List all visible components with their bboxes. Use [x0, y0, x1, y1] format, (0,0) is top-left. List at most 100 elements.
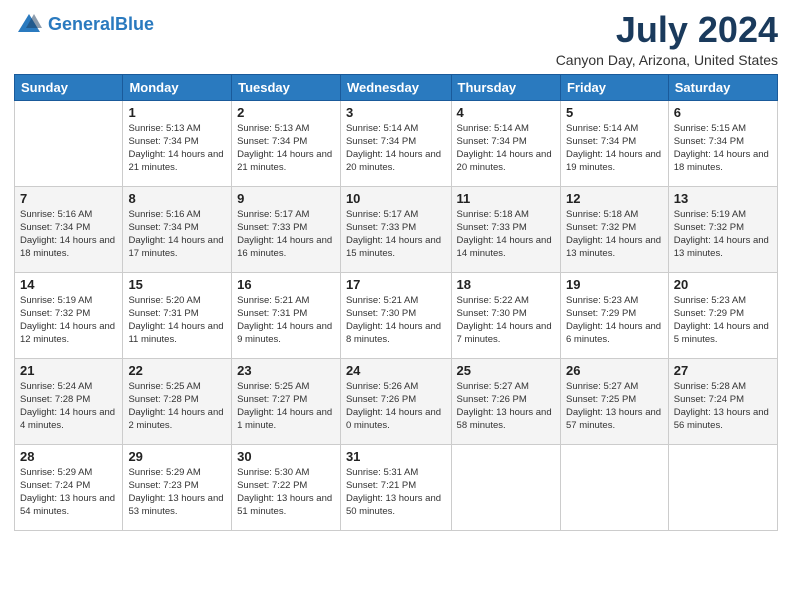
calendar-cell: 12 Sunrise: 5:18 AMSunset: 7:32 PMDayligh…: [560, 186, 668, 272]
day-info: Sunrise: 5:18 AMSunset: 7:32 PMDaylight:…: [566, 208, 663, 261]
day-info: Sunrise: 5:20 AMSunset: 7:31 PMDaylight:…: [128, 294, 226, 347]
day-number: 10: [346, 191, 446, 206]
day-number: 2: [237, 105, 335, 120]
day-info: Sunrise: 5:17 AMSunset: 7:33 PMDaylight:…: [237, 208, 335, 261]
day-info: Sunrise: 5:27 AMSunset: 7:26 PMDaylight:…: [457, 380, 555, 433]
day-info: Sunrise: 5:21 AMSunset: 7:31 PMDaylight:…: [237, 294, 335, 347]
day-number: 17: [346, 277, 446, 292]
day-info: Sunrise: 5:23 AMSunset: 7:29 PMDaylight:…: [674, 294, 772, 347]
day-number: 9: [237, 191, 335, 206]
day-info: Sunrise: 5:25 AMSunset: 7:28 PMDaylight:…: [128, 380, 226, 433]
calendar-cell: 15 Sunrise: 5:20 AMSunset: 7:31 PMDayligh…: [123, 272, 232, 358]
calendar-cell: 28 Sunrise: 5:29 AMSunset: 7:24 PMDayligh…: [15, 444, 123, 530]
day-number: 21: [20, 363, 117, 378]
calendar-cell: 4 Sunrise: 5:14 AMSunset: 7:34 PMDaylight…: [451, 100, 560, 186]
calendar-week-row: 14Sunrise: 5:19 AMSunset: 7:32 PMDayligh…: [15, 272, 778, 358]
day-number: 28: [20, 449, 117, 464]
day-info: Sunrise: 5:27 AMSunset: 7:25 PMDaylight:…: [566, 380, 663, 433]
day-info: Sunrise: 5:19 AMSunset: 7:32 PMDaylight:…: [20, 294, 117, 347]
day-number: 18: [457, 277, 555, 292]
main-container: GeneralBlue July 2024 Canyon Day, Arizon…: [0, 0, 792, 541]
day-number: 1: [128, 105, 226, 120]
day-info: Sunrise: 5:14 AMSunset: 7:34 PMDaylight:…: [346, 122, 446, 175]
day-number: 6: [674, 105, 772, 120]
calendar-cell: 8 Sunrise: 5:16 AMSunset: 7:34 PMDaylight…: [123, 186, 232, 272]
calendar-cell: 22 Sunrise: 5:25 AMSunset: 7:28 PMDayligh…: [123, 358, 232, 444]
day-info: Sunrise: 5:19 AMSunset: 7:32 PMDaylight:…: [674, 208, 772, 261]
weekday-header: Saturday: [668, 74, 777, 100]
day-info: Sunrise: 5:31 AMSunset: 7:21 PMDaylight:…: [346, 466, 446, 519]
day-info: Sunrise: 5:30 AMSunset: 7:22 PMDaylight:…: [237, 466, 335, 519]
day-info: Sunrise: 5:29 AMSunset: 7:24 PMDaylight:…: [20, 466, 117, 519]
calendar-cell: [15, 100, 123, 186]
day-number: 8: [128, 191, 226, 206]
calendar-cell: 11 Sunrise: 5:18 AMSunset: 7:33 PMDayligh…: [451, 186, 560, 272]
day-number: 27: [674, 363, 772, 378]
weekday-header: Wednesday: [340, 74, 451, 100]
calendar-cell: [668, 444, 777, 530]
day-number: 20: [674, 277, 772, 292]
calendar-cell: 9 Sunrise: 5:17 AMSunset: 7:33 PMDaylight…: [232, 186, 341, 272]
calendar-cell: 14Sunrise: 5:19 AMSunset: 7:32 PMDayligh…: [15, 272, 123, 358]
day-number: 7: [20, 191, 117, 206]
day-info: Sunrise: 5:25 AMSunset: 7:27 PMDaylight:…: [237, 380, 335, 433]
day-info: Sunrise: 5:24 AMSunset: 7:28 PMDaylight:…: [20, 380, 117, 433]
day-info: Sunrise: 5:26 AMSunset: 7:26 PMDaylight:…: [346, 380, 446, 433]
day-info: Sunrise: 5:21 AMSunset: 7:30 PMDaylight:…: [346, 294, 446, 347]
day-number: 22: [128, 363, 226, 378]
day-info: Sunrise: 5:22 AMSunset: 7:30 PMDaylight:…: [457, 294, 555, 347]
calendar-cell: 2Sunrise: 5:13 AMSunset: 7:34 PMDaylight…: [232, 100, 341, 186]
location-title: Canyon Day, Arizona, United States: [556, 52, 778, 68]
calendar-cell: 13 Sunrise: 5:19 AMSunset: 7:32 PMDayligh…: [668, 186, 777, 272]
day-number: 4: [457, 105, 555, 120]
calendar-cell: 31 Sunrise: 5:31 AMSunset: 7:21 PMDayligh…: [340, 444, 451, 530]
day-info: Sunrise: 5:15 AMSunset: 7:34 PMDaylight:…: [674, 122, 772, 175]
day-number: 12: [566, 191, 663, 206]
calendar-cell: 26 Sunrise: 5:27 AMSunset: 7:25 PMDayligh…: [560, 358, 668, 444]
day-info: Sunrise: 5:16 AMSunset: 7:34 PMDaylight:…: [128, 208, 226, 261]
calendar-cell: 7Sunrise: 5:16 AMSunset: 7:34 PMDaylight…: [15, 186, 123, 272]
calendar-cell: 6 Sunrise: 5:15 AMSunset: 7:34 PMDaylight…: [668, 100, 777, 186]
calendar-cell: 27 Sunrise: 5:28 AMSunset: 7:24 PMDayligh…: [668, 358, 777, 444]
day-number: 11: [457, 191, 555, 206]
day-info: Sunrise: 5:14 AMSunset: 7:34 PMDaylight:…: [457, 122, 555, 175]
day-number: 25: [457, 363, 555, 378]
day-info: Sunrise: 5:28 AMSunset: 7:24 PMDaylight:…: [674, 380, 772, 433]
calendar-cell: 3Sunrise: 5:14 AMSunset: 7:34 PMDaylight…: [340, 100, 451, 186]
day-number: 5: [566, 105, 663, 120]
day-number: 13: [674, 191, 772, 206]
calendar-cell: 16 Sunrise: 5:21 AMSunset: 7:31 PMDayligh…: [232, 272, 341, 358]
calendar-week-row: 7 Sunrise: 5:16 AMSunset: 7:34 PMDaylight…: [15, 186, 778, 272]
day-info: Sunrise: 5:13 AMSunset: 7:34 PMDaylight:…: [128, 122, 226, 175]
day-number: 31: [346, 449, 446, 464]
calendar-cell: 24Sunrise: 5:26 AMSunset: 7:26 PMDayligh…: [340, 358, 451, 444]
calendar-cell: 20 Sunrise: 5:23 AMSunset: 7:29 PMDayligh…: [668, 272, 777, 358]
day-info: Sunrise: 5:23 AMSunset: 7:29 PMDaylight:…: [566, 294, 663, 347]
logo-line1: General: [48, 14, 115, 34]
calendar-cell: 21 Sunrise: 5:24 AMSunset: 7:28 PMDayligh…: [15, 358, 123, 444]
day-info: Sunrise: 5:14 AMSunset: 7:34 PMDaylight:…: [566, 122, 663, 175]
calendar-cell: 18 Sunrise: 5:22 AMSunset: 7:30 PMDayligh…: [451, 272, 560, 358]
calendar-cell: 23 Sunrise: 5:25 AMSunset: 7:27 PMDayligh…: [232, 358, 341, 444]
calendar-week-row: 21 Sunrise: 5:24 AMSunset: 7:28 PMDayligh…: [15, 358, 778, 444]
calendar-cell: 10 Sunrise: 5:17 AMSunset: 7:33 PMDayligh…: [340, 186, 451, 272]
month-title: July 2024: [556, 10, 778, 50]
logo-icon: [14, 10, 44, 40]
day-number: 30: [237, 449, 335, 464]
day-number: 23: [237, 363, 335, 378]
weekday-header: Thursday: [451, 74, 560, 100]
header: GeneralBlue July 2024 Canyon Day, Arizon…: [14, 10, 778, 68]
weekday-header: Sunday: [15, 74, 123, 100]
day-info: Sunrise: 5:17 AMSunset: 7:33 PMDaylight:…: [346, 208, 446, 261]
day-number: 29: [128, 449, 226, 464]
day-number: 15: [128, 277, 226, 292]
day-number: 26: [566, 363, 663, 378]
day-number: 19: [566, 277, 663, 292]
calendar-cell: 29Sunrise: 5:29 AMSunset: 7:23 PMDayligh…: [123, 444, 232, 530]
logo-text: GeneralBlue: [48, 15, 154, 35]
day-info: Sunrise: 5:18 AMSunset: 7:33 PMDaylight:…: [457, 208, 555, 261]
calendar-week-row: 28 Sunrise: 5:29 AMSunset: 7:24 PMDayligh…: [15, 444, 778, 530]
calendar-cell: 25 Sunrise: 5:27 AMSunset: 7:26 PMDayligh…: [451, 358, 560, 444]
day-number: 16: [237, 277, 335, 292]
weekday-header: Monday: [123, 74, 232, 100]
